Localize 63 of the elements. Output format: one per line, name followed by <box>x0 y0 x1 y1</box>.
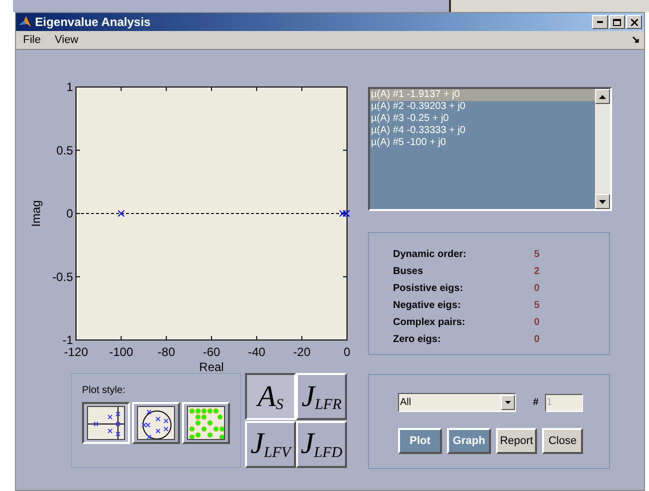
pole-axes-icon <box>87 406 125 440</box>
close-button[interactable] <box>626 15 642 29</box>
y-tick-label: -1 <box>62 333 73 347</box>
maximize-button[interactable] <box>609 15 625 29</box>
plot-style-label: Plot style: <box>82 384 126 398</box>
stat-value: 0 <box>534 316 540 330</box>
y-axis-label: Imag <box>29 200 43 227</box>
menu-item[interactable]: View <box>52 32 82 48</box>
up-arrow-icon <box>599 94 606 98</box>
menu-item[interactable]: File <box>20 32 44 48</box>
eigenvalue-item[interactable]: µ(A) #3 -0.25 + j0 <box>370 113 595 125</box>
dot-grid-icon <box>187 406 225 440</box>
action-button[interactable]: Plot <box>398 428 442 454</box>
stat-label: Buses <box>393 265 424 278</box>
matrix-button[interactable]: J$_{LFR}$ <box>296 373 347 420</box>
eigenvalue-item[interactable]: µ(A) #2 -0.39203 + j0 <box>370 101 595 113</box>
close-icon <box>630 18 638 26</box>
stat-value: 5 <box>534 248 540 262</box>
scroll-down-button[interactable] <box>595 194 610 209</box>
action-button[interactable]: Report <box>496 428 537 454</box>
matrix-button[interactable]: J$_{LFV}$ <box>245 420 296 468</box>
stat-value: 2 <box>534 265 540 278</box>
scroll-up-button[interactable] <box>595 89 610 104</box>
x-tick-label: -80 <box>158 345 175 359</box>
minimize-icon <box>597 21 603 23</box>
filter-dropdown[interactable]: All <box>398 393 516 412</box>
matrix-button[interactable]: A$_{S}$ <box>245 373 296 420</box>
stat-value: 0 <box>534 333 540 346</box>
stat-value: 5 <box>534 299 540 312</box>
y-tick-label: 0 <box>66 206 73 220</box>
stat-label: Posistive eigs: <box>393 282 464 296</box>
x-tick-label: -20 <box>293 345 310 359</box>
dropdown-value: All <box>399 396 412 410</box>
caret-icon <box>505 401 511 404</box>
y-tick-label: -0.5 <box>52 270 73 284</box>
scrollbar[interactable] <box>595 89 610 209</box>
number-label: # <box>533 396 539 410</box>
x-axis-label: Real <box>199 360 224 372</box>
dock-arrow-icon <box>632 36 640 44</box>
maximize-icon <box>613 18 621 26</box>
x-tick-label: -120 <box>64 345 88 359</box>
eigenvalue-item[interactable]: µ(A) #5 -100 + j0 <box>370 137 595 149</box>
x-tick-label: 0 <box>344 345 350 359</box>
y-tick-label: 0.5 <box>56 143 73 158</box>
eigenvalue-item[interactable]: µ(A) #4 -0.33333 + j0 <box>370 125 595 137</box>
stat-value: 0 <box>534 282 540 296</box>
action-button[interactable]: Graph <box>447 428 491 454</box>
plot-style-button[interactable] <box>82 402 130 444</box>
stat-label: Zero eigs: <box>393 333 442 346</box>
dropdown-button[interactable] <box>501 395 515 410</box>
action-button[interactable]: Close <box>542 428 583 454</box>
stat-label: Negative eigs: <box>393 299 462 312</box>
stat-label: Dynamic order: <box>393 248 468 262</box>
x-tick-label: -40 <box>248 345 266 359</box>
stat-label: Complex pairs: <box>393 316 466 330</box>
x-tick-label: -100 <box>109 345 134 359</box>
x-tick-label: -60 <box>202 345 220 359</box>
down-arrow-icon <box>599 200 606 204</box>
app-logo-icon <box>18 15 32 29</box>
minimize-button[interactable] <box>592 15 608 29</box>
y-tick-label: 1 <box>66 80 73 94</box>
window-title: Eigenvalue Analysis <box>35 14 151 31</box>
matrix-button[interactable]: J$_{LFD}$ <box>296 420 347 468</box>
